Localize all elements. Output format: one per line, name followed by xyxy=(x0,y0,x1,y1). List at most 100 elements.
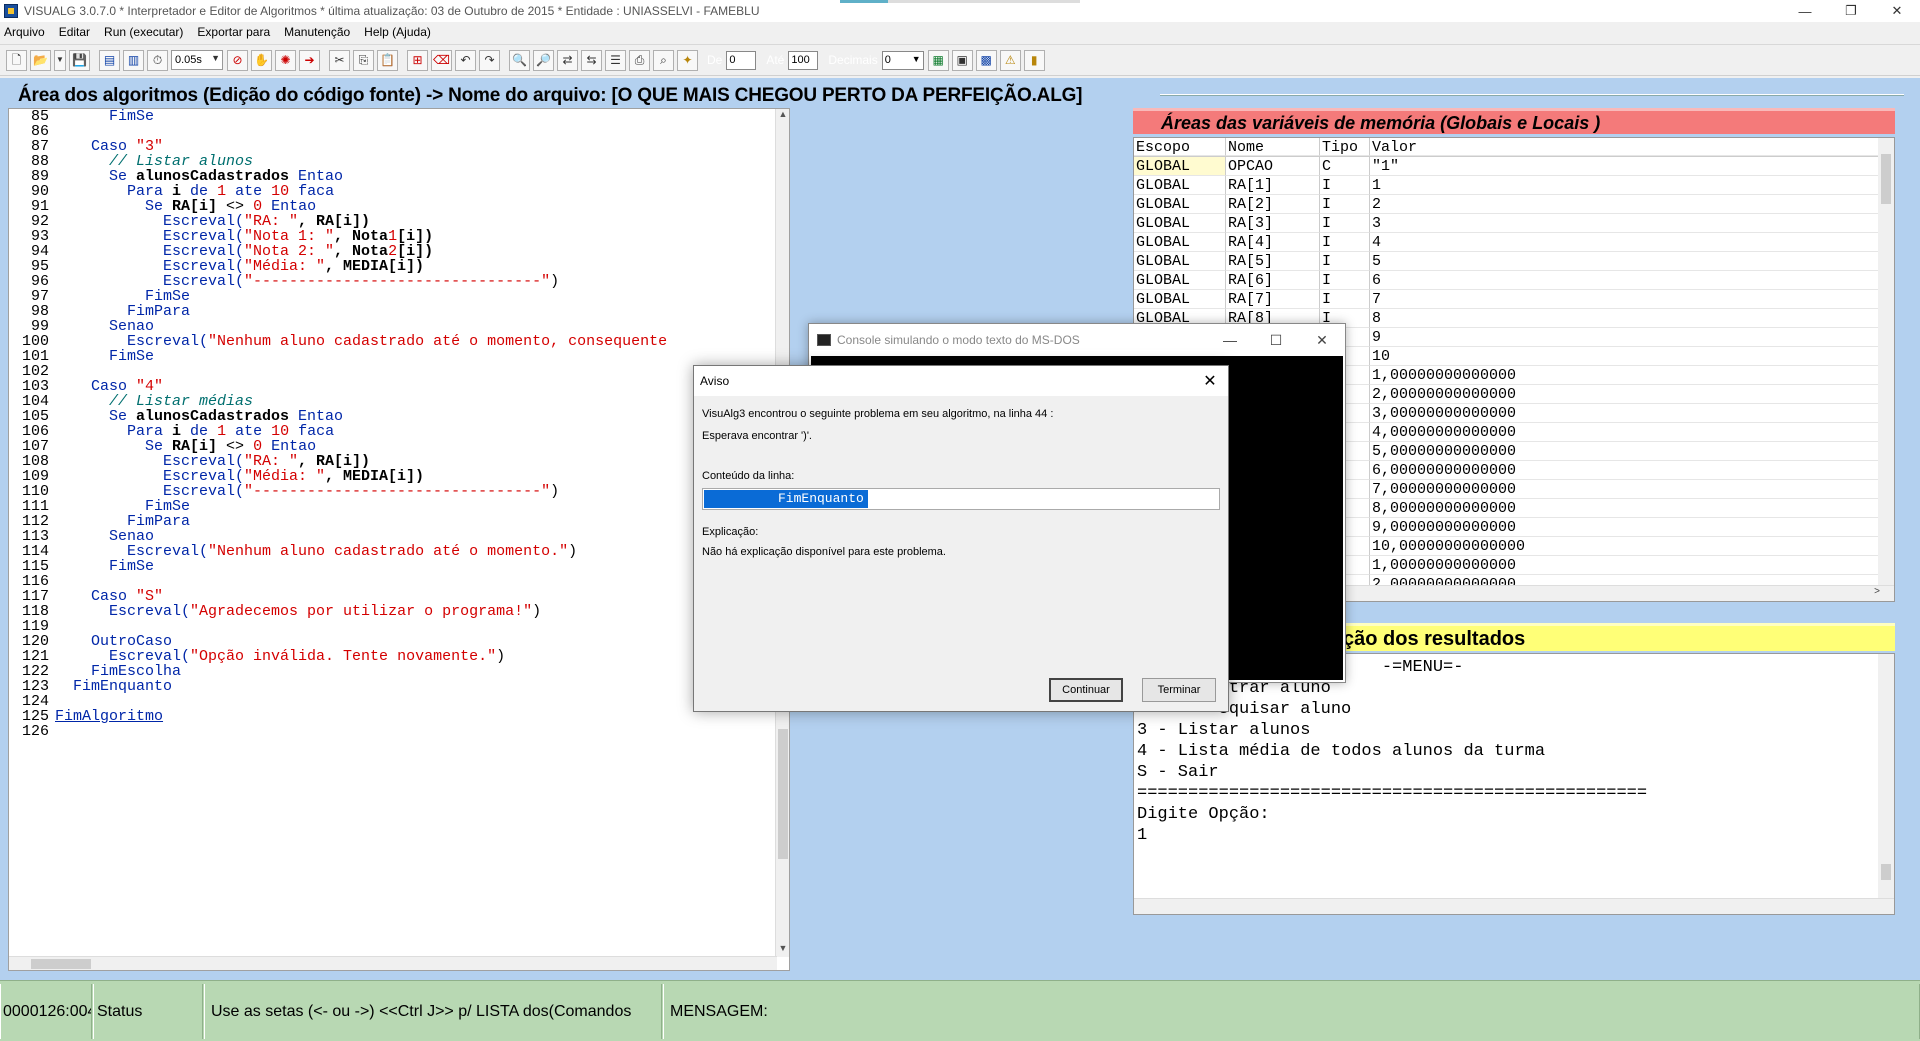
code-line[interactable]: 101 FimSe xyxy=(9,349,777,364)
calendar-icon[interactable]: ▩ xyxy=(975,49,997,71)
run-step-icon[interactable]: ▥ xyxy=(123,49,144,71)
menu-editar[interactable]: Editar xyxy=(59,25,90,39)
ate-input[interactable]: 100 xyxy=(788,50,819,70)
table-row[interactable]: GLOBAL RA[3] I 3 xyxy=(1134,214,1894,233)
code-line[interactable]: 102 xyxy=(9,364,777,379)
code-line[interactable]: 116 xyxy=(9,574,777,589)
code-line[interactable]: 121 Escreval("Opção inválida. Tente nova… xyxy=(9,649,777,664)
menu-arquivo[interactable]: Arquivo xyxy=(4,25,45,39)
console-minimize-button[interactable]: — xyxy=(1207,324,1253,356)
table-row[interactable]: GLOBAL RA[1] I 1 xyxy=(1134,176,1894,195)
code-line[interactable]: 110 Escreval("--------------------------… xyxy=(9,484,777,499)
decimais-select[interactable]: 0 ▼ xyxy=(881,50,924,70)
code-line[interactable]: 100 Escreval("Nenhum aluno cadastrado at… xyxy=(9,334,777,349)
stop-icon[interactable]: ⊘ xyxy=(227,49,248,71)
speed-select[interactable]: 0.05s ▼ xyxy=(171,50,223,70)
table-row[interactable]: GLOBAL RA[5] I 5 xyxy=(1134,252,1894,271)
code-line[interactable]: 88 // Listar alunos xyxy=(9,154,777,169)
code-line[interactable]: 115 FimSe xyxy=(9,559,777,574)
code-line[interactable]: 90 Para i de 1 ate 10 faca xyxy=(9,184,777,199)
code-line[interactable]: 112 FimPara xyxy=(9,514,777,529)
replace-all-icon[interactable]: ⇆ xyxy=(581,49,602,71)
code-line[interactable]: 114 Escreval("Nenhum aluno cadastrado at… xyxy=(9,544,777,559)
code-line[interactable]: 93 Escreval("Nota 1: ", Nota1[i]) xyxy=(9,229,777,244)
scroll-up-icon[interactable]: ▲ xyxy=(776,109,789,123)
code-line[interactable]: 89 Se alunosCadastrados Entao xyxy=(9,169,777,184)
scroll-thumb[interactable] xyxy=(1881,154,1891,204)
undo-icon[interactable]: ↶ xyxy=(455,49,476,71)
code-line[interactable]: 111 FimSe xyxy=(9,499,777,514)
help-icon[interactable]: ⚠ xyxy=(999,49,1021,71)
dialog-line-field[interactable]: FimEnquanto xyxy=(702,488,1220,510)
column-valor[interactable]: Valor xyxy=(1370,138,1894,156)
code-line[interactable]: 97 FimSe xyxy=(9,289,777,304)
code-line[interactable]: 91 Se RA[i] <> 0 Entao xyxy=(9,199,777,214)
code-line[interactable]: 118 Escreval("Agradecemos por utilizar o… xyxy=(9,604,777,619)
table-row[interactable]: GLOBAL RA[4] I 4 xyxy=(1134,233,1894,252)
scroll-down-icon[interactable]: ▼ xyxy=(776,943,789,957)
code-line[interactable]: 105 Se alunosCadastrados Entao xyxy=(9,409,777,424)
code-line[interactable]: 124 xyxy=(9,694,777,709)
open-folder-icon[interactable]: 📂 xyxy=(30,49,51,71)
print-icon[interactable]: ⎙ xyxy=(629,49,650,71)
terminate-button[interactable]: Terminar xyxy=(1142,678,1216,702)
menu-run[interactable]: Run (executar) xyxy=(104,25,183,39)
code-line[interactable]: 106 Para i de 1 ate 10 faca xyxy=(9,424,777,439)
scroll-thumb[interactable] xyxy=(1881,864,1891,880)
editor-horizontal-scrollbar[interactable] xyxy=(9,956,777,970)
open-dropdown-icon[interactable]: ▼ xyxy=(54,49,66,71)
code-line[interactable]: 109 Escreval("Média: ", MEDIA[i]) xyxy=(9,469,777,484)
close-button[interactable]: ✕ xyxy=(1874,0,1920,22)
code-line[interactable]: 98 FimPara xyxy=(9,304,777,319)
menu-manutencao[interactable]: Manutenção xyxy=(284,25,350,39)
code-line[interactable]: 126 xyxy=(9,724,777,739)
code-line[interactable]: 119 xyxy=(9,619,777,634)
code-line[interactable]: 103 Caso "4" xyxy=(9,379,777,394)
calculator-icon[interactable]: ▣ xyxy=(951,49,973,71)
code-line[interactable]: 108 Escreval("RA: ", RA[i]) xyxy=(9,454,777,469)
code-line[interactable]: 92 Escreval("RA: ", RA[i]) xyxy=(9,214,777,229)
chevron-right-icon[interactable]: > xyxy=(1874,586,1880,597)
delete-icon[interactable]: ⌫ xyxy=(431,49,452,71)
results-output[interactable]: -=MENU=- strar aluno squisar aluno 3 - Li… xyxy=(1133,653,1895,915)
menu-exportar[interactable]: Exportar para xyxy=(197,25,270,39)
table-row[interactable]: GLOBAL RA[2] I 2 xyxy=(1134,195,1894,214)
code-line[interactable]: 125 FimAlgoritmo xyxy=(9,709,777,724)
code-line[interactable]: 85 FimSe xyxy=(9,109,777,124)
code-line[interactable]: 86 xyxy=(9,124,777,139)
scroll-thumb[interactable] xyxy=(31,959,91,969)
code-line[interactable]: 95 Escreval("Média: ", MEDIA[i]) xyxy=(9,259,777,274)
cut-icon[interactable]: ✂ xyxy=(329,49,350,71)
table-row[interactable]: GLOBAL RA[7] I 7 xyxy=(1134,290,1894,309)
find-icon[interactable]: 🔍 xyxy=(509,49,530,71)
exit-icon[interactable]: ▮ xyxy=(1023,49,1045,71)
new-file-icon[interactable]: 🗋 xyxy=(6,49,27,71)
restore-button[interactable]: ❐ xyxy=(1828,0,1874,22)
code-line[interactable]: 123 FimEnquanto xyxy=(9,679,777,694)
minimize-button[interactable]: — xyxy=(1782,0,1828,22)
code-lines[interactable]: 85 FimSe 86 87 Caso "3" 88 // Listar alunos… xyxy=(9,109,777,949)
timer-icon[interactable]: ⏱ xyxy=(147,49,168,71)
table-row[interactable]: GLOBAL RA[6] I 6 xyxy=(1134,271,1894,290)
find-next-icon[interactable]: 🔎 xyxy=(533,49,554,71)
variables-vertical-scrollbar[interactable] xyxy=(1878,138,1894,586)
step-over-icon[interactable]: ➔ xyxy=(299,49,320,71)
breakpoint-icon[interactable]: ✺ xyxy=(275,49,296,71)
table-row[interactable]: GLOBAL OPCAO C "1" xyxy=(1134,157,1894,176)
code-line[interactable]: 120 OutroCaso xyxy=(9,634,777,649)
console-close-button[interactable]: ✕ xyxy=(1299,324,1345,356)
magic-wand-icon[interactable]: ✦ xyxy=(677,49,698,71)
code-line[interactable]: 107 Se RA[i] <> 0 Entao xyxy=(9,439,777,454)
insert-icon[interactable]: ⊞ xyxy=(407,49,428,71)
save-icon[interactable]: 💾 xyxy=(69,49,90,71)
code-line[interactable]: 96 Escreval("---------------------------… xyxy=(9,274,777,289)
console-maximize-button[interactable]: ☐ xyxy=(1253,324,1299,356)
copy-icon[interactable]: ⎘ xyxy=(353,49,374,71)
de-input[interactable]: 0 xyxy=(726,50,757,70)
code-editor[interactable]: 85 FimSe 86 87 Caso "3" 88 // Listar alunos… xyxy=(8,108,790,971)
hand-icon[interactable]: ✋ xyxy=(251,49,272,71)
code-line[interactable]: 113 Senao xyxy=(9,529,777,544)
code-line[interactable]: 122 FimEscolha xyxy=(9,664,777,679)
code-line[interactable]: 117 Caso "S" xyxy=(9,589,777,604)
results-vertical-scrollbar[interactable] xyxy=(1878,654,1894,898)
